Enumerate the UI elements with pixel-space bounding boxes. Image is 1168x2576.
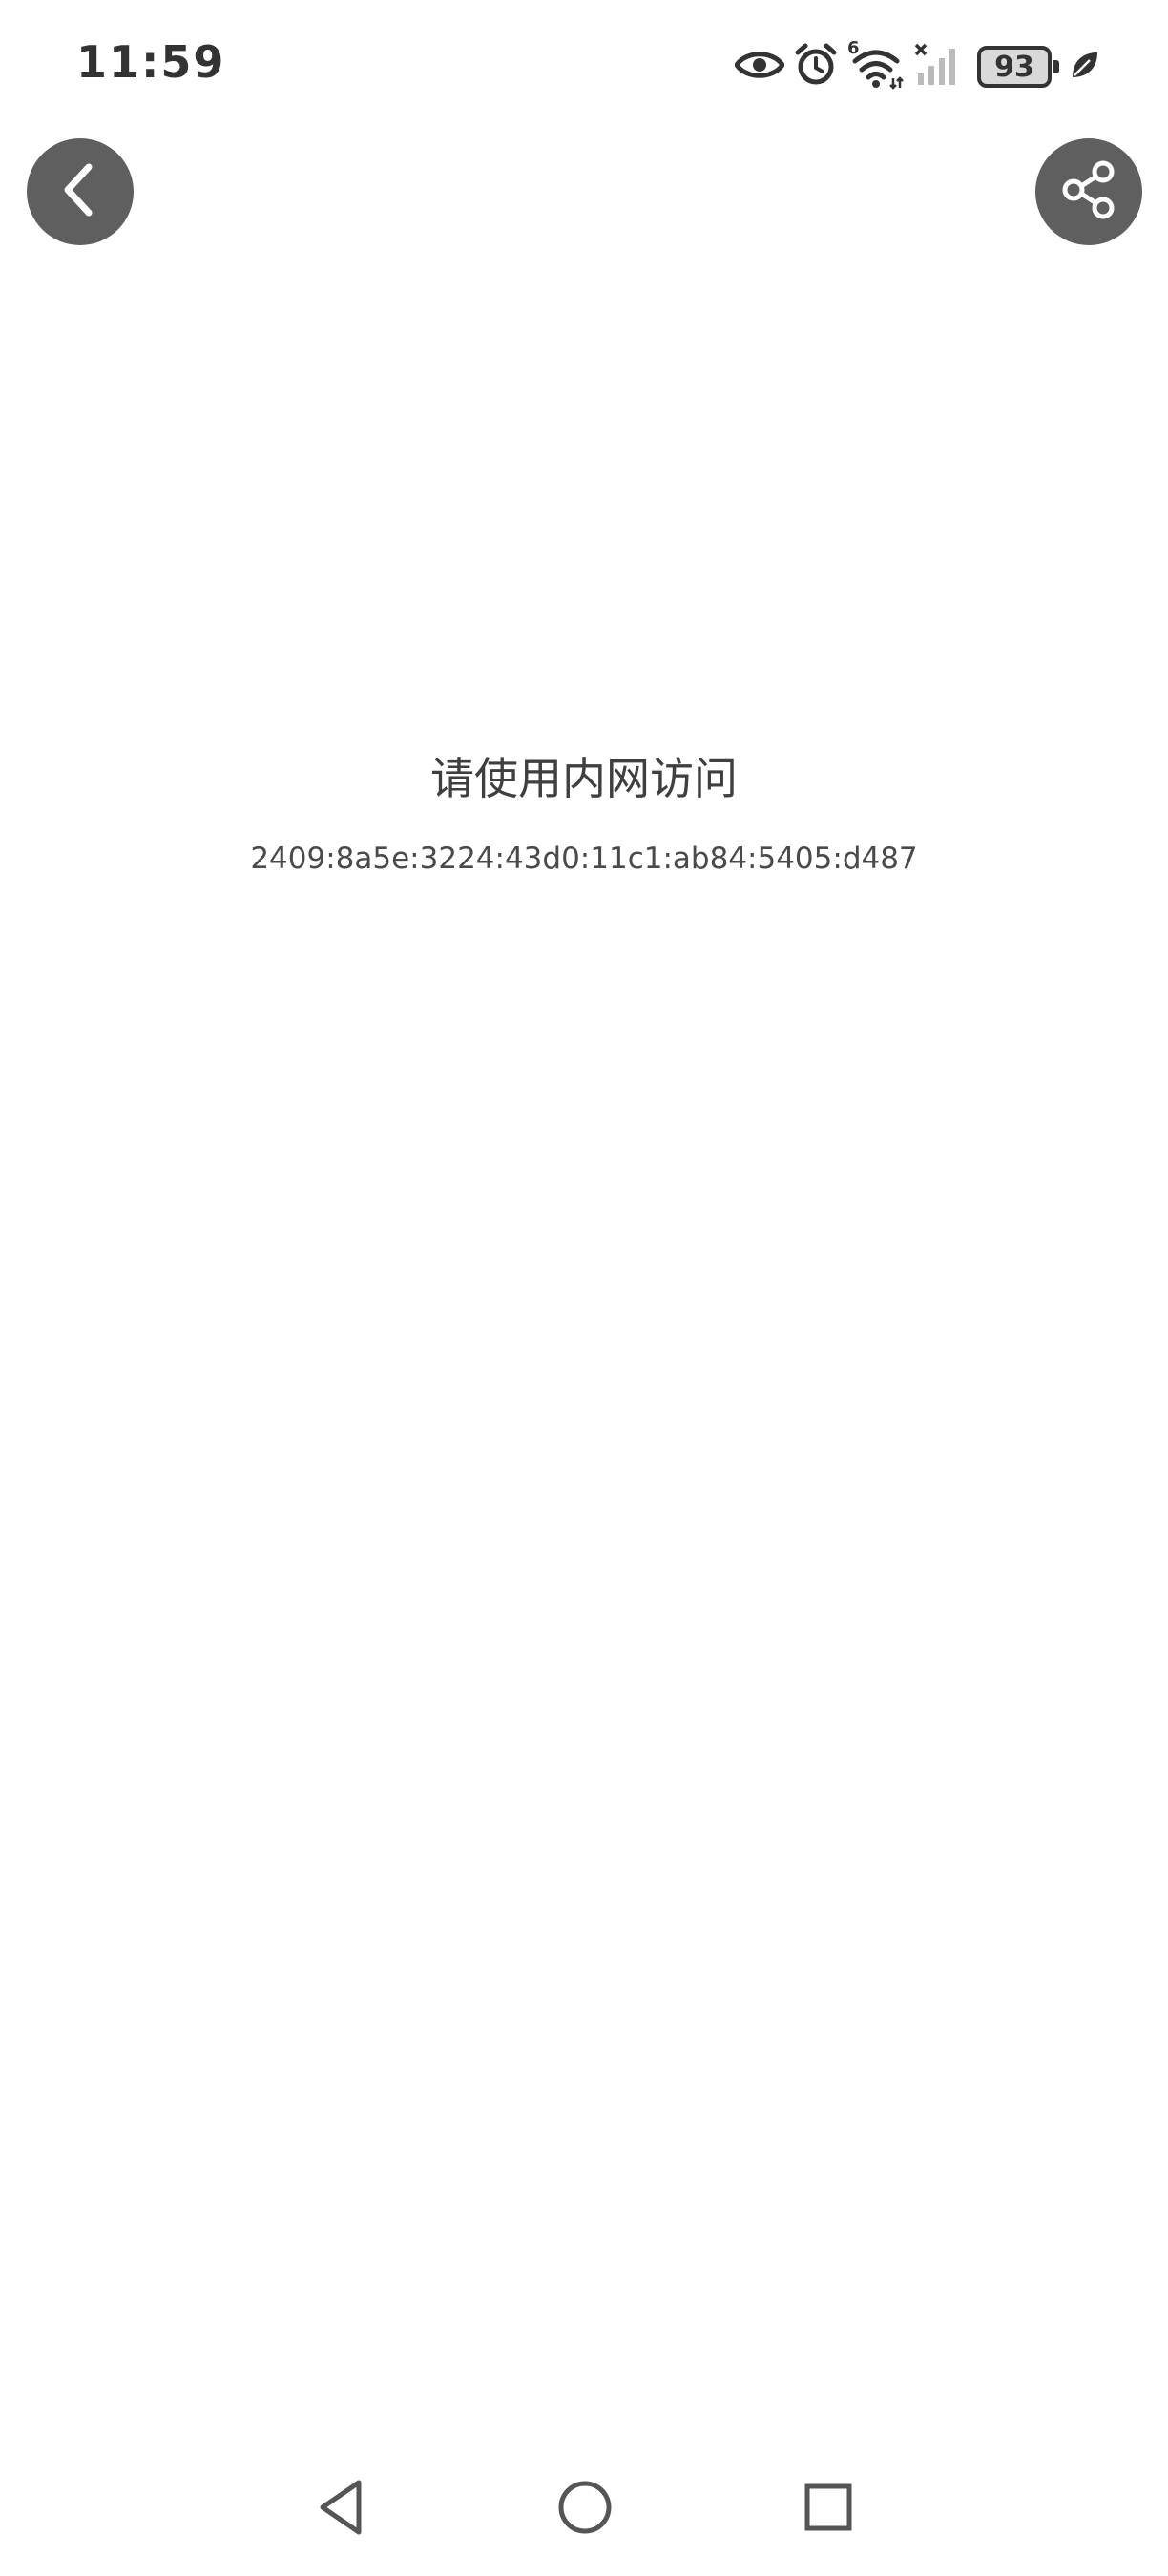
- nav-back-button[interactable]: [303, 2471, 380, 2547]
- share-button[interactable]: [1035, 138, 1142, 245]
- message-title: 请使用内网访问: [430, 753, 738, 804]
- network-label: 6: [847, 38, 860, 58]
- status-time: 11:59: [76, 36, 226, 88]
- share-icon: [1058, 159, 1119, 224]
- battery-icon: 93: [977, 46, 1052, 88]
- eye-icon: [733, 49, 786, 85]
- battery-tip: [1053, 60, 1059, 73]
- status-bar: 11:59 6 93: [0, 0, 1168, 134]
- chevron-left-icon: [56, 161, 104, 222]
- nav-home-button[interactable]: [547, 2471, 623, 2547]
- signal-icon: [914, 43, 964, 91]
- message-block: 请使用内网访问 2409:8a5e:3224:43d0:11c1:ab84:54…: [0, 744, 1168, 876]
- leaf-icon: [1069, 49, 1101, 85]
- screen: 11:59 6 93 请使用内网访问 2409:8a5e:3224:43d0:1…: [0, 0, 1168, 2576]
- wifi-icon: 6: [847, 38, 905, 90]
- status-icons: 6 93: [725, 36, 1101, 97]
- nav-recents-button[interactable]: [790, 2471, 866, 2547]
- ip-address: 2409:8a5e:3224:43d0:11c1:ab84:5405:d487: [250, 841, 918, 876]
- circle-home-icon: [554, 2477, 615, 2542]
- back-button[interactable]: [27, 138, 134, 245]
- battery-level: 93: [994, 50, 1034, 84]
- square-recents-icon: [800, 2479, 857, 2540]
- navigation-bar: [0, 2471, 1168, 2557]
- alarm-icon: [794, 43, 838, 91]
- triangle-back-icon: [313, 2477, 370, 2542]
